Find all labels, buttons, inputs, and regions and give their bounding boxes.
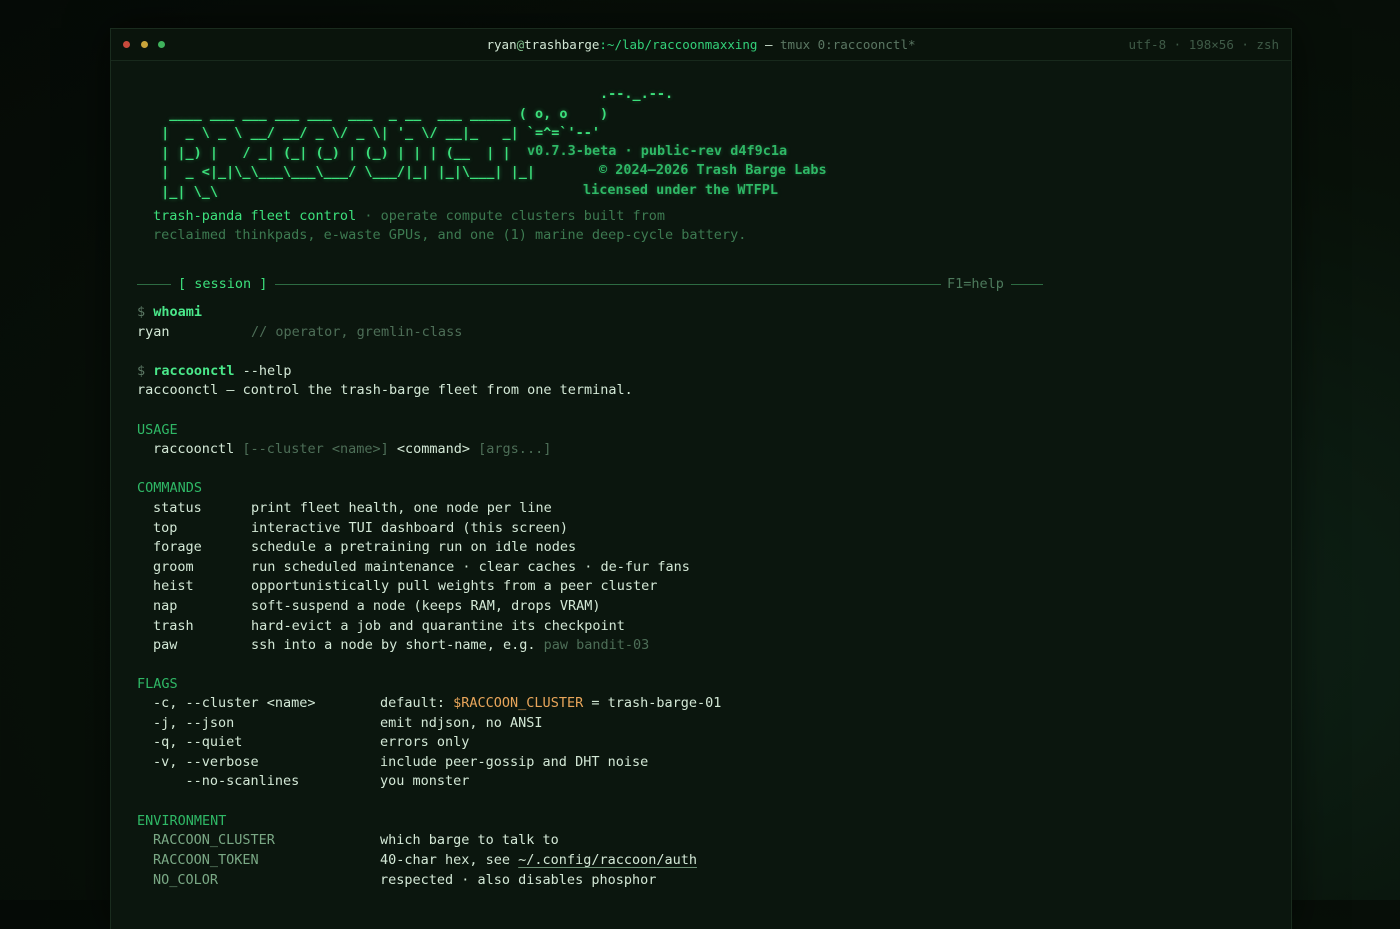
prompt-line-whoami: $ whoami (137, 304, 203, 320)
prompt-line-help: $ raccoonctl --help (137, 363, 292, 379)
env-desc-text: respected · also disables phosphor (380, 871, 657, 888)
command-desc: schedule a pretraining run on idle nodes (251, 537, 576, 557)
command-desc-text: opportunistically pull weights from a pe… (251, 578, 658, 595)
env-desc-text: 40-char hex, see (380, 851, 519, 868)
command-example: paw bandit-03 (543, 637, 650, 654)
help-hint[interactable]: F1=help (947, 274, 1004, 294)
flag-name: -q, --quiet (153, 734, 243, 751)
flag-name: --no-scanlines (153, 773, 300, 790)
command-desc: run scheduled maintenance · clear caches… (251, 557, 690, 577)
flags-heading: FLAGS (137, 676, 178, 692)
output-whoami: ryan (137, 324, 170, 340)
flag-desc: default: $RACCOON_CLUSTER = trash-barge-… (380, 693, 721, 713)
command-desc: interactive TUI dashboard (this screen) (251, 518, 568, 538)
help-summary: raccoonctl — control the trash-barge fle… (137, 382, 633, 398)
flag-name: -v, --verbose (153, 753, 259, 770)
command-name: trash (153, 617, 194, 634)
session-label: [ session ] (178, 276, 268, 292)
env-var-name: RACCOON_TOKEN (153, 851, 259, 868)
env-var-desc: respected · also disables phosphor (380, 870, 656, 890)
license-text: licensed under the WTFPL (583, 182, 779, 198)
env-var-name: RACCOON_CLUSTER (153, 832, 275, 848)
command-name: status (153, 500, 202, 516)
command-name: forage (153, 539, 202, 556)
env-desc-text: which barge to talk to (380, 832, 559, 848)
command-desc: hard-evict a job and quarantine its chec… (251, 616, 625, 636)
session-divider: [ session ] F1=help (137, 274, 1043, 294)
environment-heading: ENVIRONMENT (137, 813, 227, 829)
command-name: paw (153, 637, 178, 654)
env-var-desc: which barge to talk to (380, 830, 559, 850)
flag-desc: emit ndjson, no ANSI (380, 713, 543, 733)
flag-name: -j, --json (153, 714, 235, 731)
command-desc: soft-suspend a node (keeps RAM, drops VR… (251, 596, 601, 616)
command-desc-text: hard-evict a job and quarantine its chec… (251, 617, 625, 634)
terminal-window: ryan@trashbarge:~/lab/raccoonmaxxing — t… (110, 28, 1292, 929)
command-name: heist (153, 578, 194, 595)
flag-default-value: = trash-barge-01 (583, 695, 722, 711)
command-desc-text: print fleet health, one node per line (251, 500, 552, 516)
command-desc-text: soft-suspend a node (keeps RAM, drops VR… (251, 598, 601, 614)
command-desc: print fleet health, one node per line (251, 498, 552, 518)
command-desc: opportunistically pull weights from a pe… (251, 576, 657, 596)
flag-env-var: $RACCOON_CLUSTER (453, 695, 584, 711)
flag-name: -c, --cluster <name> (153, 695, 316, 711)
command-desc-text: run scheduled maintenance · clear caches… (251, 558, 690, 575)
status-right: utf-8 · 198×56 · zsh (1128, 37, 1279, 52)
command-name: groom (153, 558, 194, 575)
usage-heading: USAGE (137, 422, 178, 438)
command-name: top (153, 519, 178, 536)
flag-desc: errors only (380, 732, 469, 752)
env-var-desc: 40-char hex, see ~/.config/raccoon/auth (380, 850, 697, 870)
window-title: ryan@trashbarge:~/lab/raccoonmaxxing — t… (486, 37, 916, 52)
command-name: nap (153, 598, 178, 614)
commands-heading: COMMANDS (137, 480, 203, 496)
command-desc-text: interactive TUI dashboard (this screen) (251, 519, 568, 536)
version-text: v0.7.3-beta · public-rev d4f9c1a (527, 143, 788, 159)
config-path-link[interactable]: ~/.config/raccoon/auth (518, 852, 697, 868)
flag-desc-text: include peer-gossip and DHT noise (380, 753, 649, 770)
tagline-line2: reclaimed thinkpads, e-waste GPUs, and o… (153, 227, 747, 243)
whoami-comment: // operator, gremlin-class (251, 324, 463, 340)
env-var-name: NO_COLOR (153, 871, 219, 888)
flag-desc-text: errors only (380, 734, 470, 751)
copyright-text: © 2024–2026 Trash Barge Labs (599, 162, 827, 178)
title-bar: ryan@trashbarge:~/lab/raccoonmaxxing — t… (111, 29, 1291, 61)
flag-desc-text: default: (380, 695, 454, 711)
command-desc-text: ssh into a node by short-name, e.g. (251, 637, 544, 654)
command-desc: ssh into a node by short-name, e.g. paw … (251, 635, 649, 655)
command-desc-text: schedule a pretraining run on idle nodes (251, 539, 577, 556)
flag-desc: include peer-gossip and DHT noise (380, 752, 648, 772)
flag-desc: you monster (380, 771, 469, 791)
usage-line: raccoonctl [--cluster <name>] <command> … (153, 441, 552, 457)
flag-desc-text: emit ndjson, no ANSI (380, 714, 543, 731)
flag-desc-text: you monster (380, 773, 470, 790)
tagline: trash-panda fleet control · operate comp… (153, 208, 666, 224)
